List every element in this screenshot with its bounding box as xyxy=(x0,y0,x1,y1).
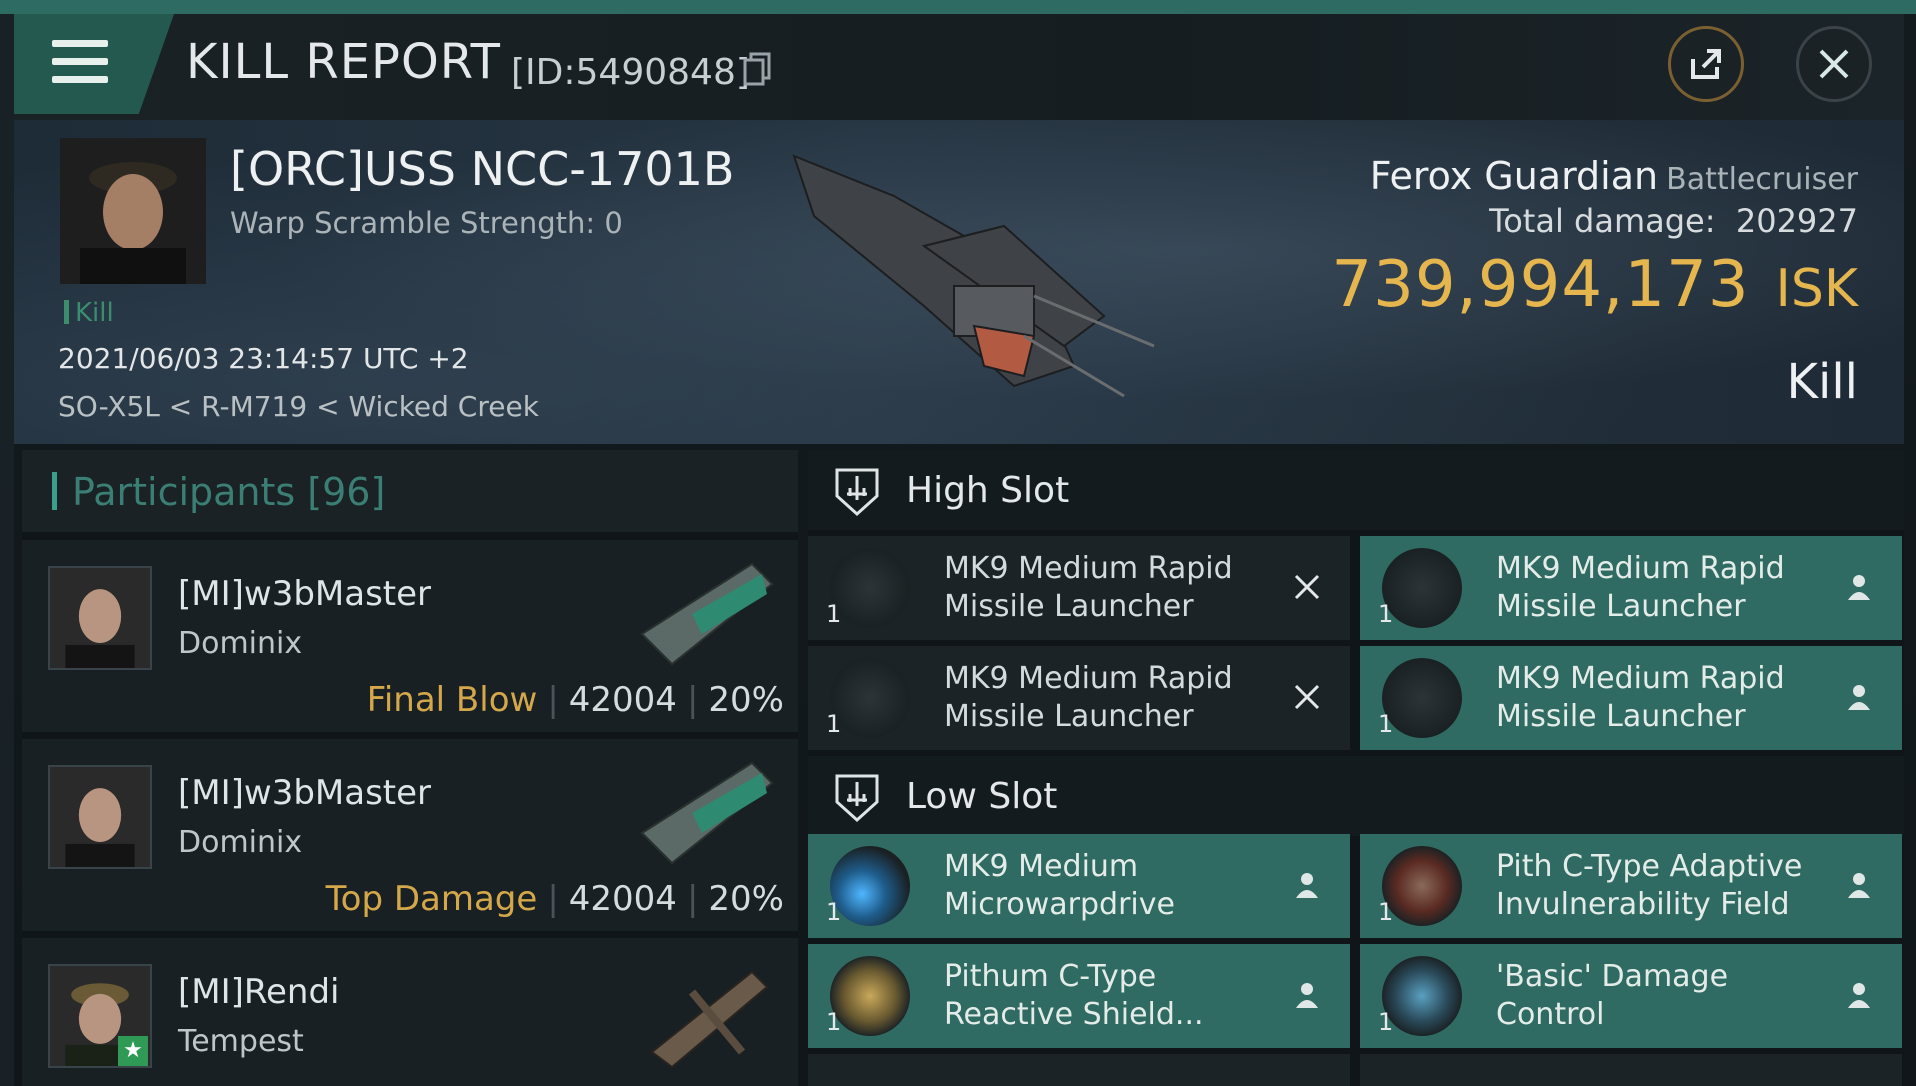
warp-scramble-strength: Warp Scramble Strength: 0 xyxy=(230,206,623,240)
kill-type-label: Kill xyxy=(1786,354,1858,410)
missile-launcher-icon xyxy=(830,658,910,738)
high-slot-header: High Slot xyxy=(808,450,1904,530)
participants-count: Participants [96] xyxy=(72,470,386,514)
fitted-item[interactable]: 1 MK9 Medium Rapid Missile Launcher xyxy=(1360,646,1902,750)
page-title: KILL REPORT xyxy=(186,34,501,90)
fitted-item-partial[interactable] xyxy=(1360,1054,1902,1086)
victim-ship-name[interactable]: Ferox Guardian Battlecruiser xyxy=(1370,154,1858,198)
high-slot-icon xyxy=(835,468,879,517)
victim-portrait[interactable] xyxy=(60,138,206,284)
dropped-icon xyxy=(1296,983,1318,1008)
fitting-panel: High Slot 1 MK9 Medium Rapid Missile Lau… xyxy=(808,450,1904,1086)
hamburger-icon xyxy=(52,40,108,86)
participant-stats: Final Blow | 42004 | 20% xyxy=(366,680,784,720)
dropped-icon xyxy=(1296,873,1318,898)
participant-ship: Dominix xyxy=(178,825,303,860)
participant-avatar[interactable] xyxy=(48,566,152,670)
missile-launcher-icon xyxy=(830,548,910,628)
microwarpdrive-icon xyxy=(830,846,910,926)
destroyed-icon xyxy=(1294,574,1320,600)
participants-panel: Participants [96] [MI]w3bMaster Dominix … xyxy=(22,450,798,1086)
participant-ship-image[interactable] xyxy=(632,952,782,1072)
participant-row[interactable]: ★ [MI]Rendi Tempest xyxy=(22,938,798,1086)
damage-control-icon xyxy=(1382,956,1462,1036)
share-button[interactable] xyxy=(1668,26,1744,102)
participant-stats: Top Damage | 42004 | 20% xyxy=(325,879,784,919)
star-icon: ★ xyxy=(118,1036,148,1066)
fitted-item[interactable]: 1 'Basic' Damage Control xyxy=(1360,944,1902,1048)
shield-hardener-icon xyxy=(1382,846,1462,926)
dropped-icon xyxy=(1848,685,1870,710)
fitted-item[interactable]: 1 MK9 Medium Rapid Missile Launcher xyxy=(808,536,1350,640)
share-icon xyxy=(1691,49,1721,79)
participant-name[interactable]: [MI]w3bMaster xyxy=(178,773,431,813)
copy-icon[interactable] xyxy=(742,52,772,86)
participant-ship: Dominix xyxy=(178,626,303,661)
fitted-item[interactable]: 1 MK9 Medium Rapid Missile Launcher xyxy=(808,646,1350,750)
participant-ship-image[interactable] xyxy=(632,753,782,873)
close-button[interactable] xyxy=(1796,26,1872,102)
participant-ship-image[interactable] xyxy=(632,554,782,674)
missile-launcher-icon xyxy=(1382,548,1462,628)
dropped-icon xyxy=(1848,983,1870,1008)
total-damage: Total damage: 202927 xyxy=(1489,202,1858,240)
kill-datetime: 2021/06/03 23:14:57 UTC +2 xyxy=(58,342,469,375)
fitted-item[interactable]: 1 Pith C-Type Adaptive Invulnerability F… xyxy=(1360,834,1902,938)
isk-value: 739,994,173 ISK xyxy=(1331,248,1858,322)
window-left-edge xyxy=(0,14,14,1086)
kill-tag: Kill xyxy=(64,298,114,328)
fitted-item[interactable]: 1 MK9 Medium Rapid Missile Launcher xyxy=(1360,536,1902,640)
participant-avatar[interactable] xyxy=(48,765,152,869)
header-bar: KILL REPORT [ID:5490848] xyxy=(14,14,1904,120)
victim-banner: [ORC]USS NCC-1701B Warp Scramble Strengt… xyxy=(14,120,1904,444)
missile-launcher-icon xyxy=(1382,658,1462,738)
kill-location[interactable]: SO-X5L < R-M719 < Wicked Creek xyxy=(58,390,539,423)
destroyed-icon xyxy=(1294,684,1320,710)
dropped-icon xyxy=(1848,873,1870,898)
window-top-border xyxy=(0,0,1916,14)
participants-header: Participants [96] xyxy=(22,450,798,532)
participant-name[interactable]: [MI]w3bMaster xyxy=(178,574,431,614)
menu-button[interactable] xyxy=(14,14,174,114)
participant-name[interactable]: [MI]Rendi xyxy=(178,972,339,1012)
victim-ship-image[interactable] xyxy=(774,136,1174,426)
participant-row[interactable]: [MI]w3bMaster Dominix Final Blow | 42004 | 2… xyxy=(22,540,798,732)
low-slot-icon xyxy=(835,774,879,823)
participant-row[interactable]: [MI]w3bMaster Dominix Top Damage | 42004 | 2… xyxy=(22,739,798,931)
participant-ship: Tempest xyxy=(178,1024,304,1059)
dropped-icon xyxy=(1848,575,1870,600)
close-icon xyxy=(1819,49,1849,79)
fitted-item[interactable]: 1 Pithum C-Type Reactive Shield... xyxy=(808,944,1350,1048)
kill-id: [ID:5490848] xyxy=(511,52,750,93)
low-slot-header: Low Slot xyxy=(808,756,1904,836)
fitted-item[interactable]: 1 MK9 Medium Microwarpdrive xyxy=(808,834,1350,938)
reactive-shield-icon xyxy=(830,956,910,1036)
victim-name[interactable]: [ORC]USS NCC-1701B xyxy=(230,142,734,196)
fitted-item-partial[interactable] xyxy=(808,1054,1350,1086)
